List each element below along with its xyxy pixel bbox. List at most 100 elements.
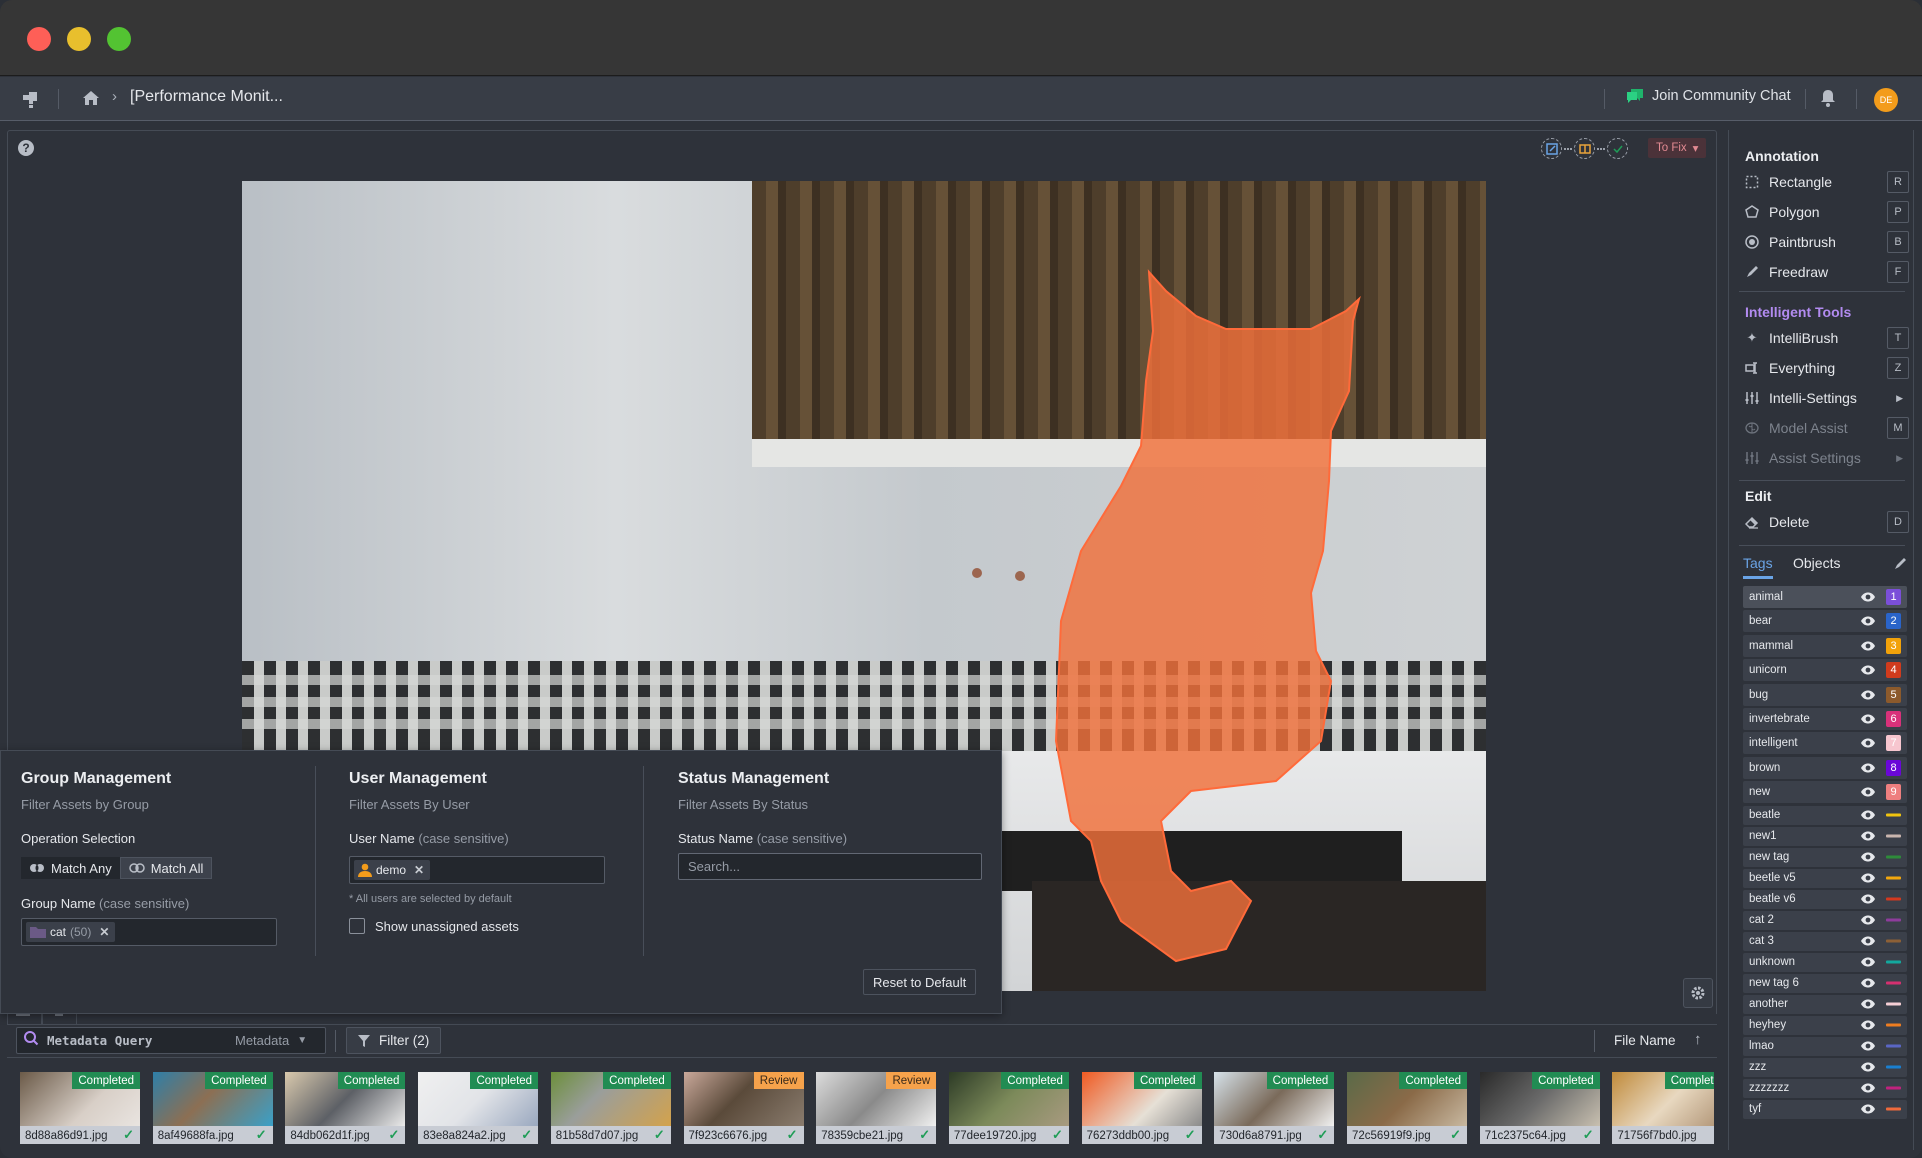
tool-polygon[interactable]: Polygon P (1743, 200, 1909, 224)
logo-icon[interactable] (20, 89, 42, 109)
tag-item[interactable]: new1 (1743, 826, 1907, 846)
tab-objects[interactable]: Objects (1793, 555, 1840, 579)
metadata-query-input[interactable]: Metadata Query Metadata ▼ (16, 1027, 326, 1054)
tag-item[interactable]: new tag 6 (1743, 973, 1907, 993)
tag-item[interactable]: intelligent 7 (1743, 732, 1907, 755)
match-all-option[interactable]: Match All (119, 857, 213, 879)
match-any-option[interactable]: Match Any (21, 857, 120, 879)
bell-icon[interactable] (1820, 89, 1836, 112)
tool-everything[interactable]: Everything Z (1743, 356, 1909, 380)
tag-item[interactable]: brown 8 (1743, 756, 1907, 779)
tool-intellibrush[interactable]: ✦ IntelliBrush T (1743, 326, 1909, 350)
sort-field-button[interactable]: File Name (1614, 1033, 1676, 1048)
asset-thumbnail[interactable]: Completed 84db062d1f.jpg ✓ (285, 1072, 406, 1144)
eye-icon[interactable] (1860, 1083, 1876, 1093)
eye-icon[interactable] (1860, 1020, 1876, 1030)
eye-icon[interactable] (1860, 738, 1876, 748)
eye-icon[interactable] (1860, 894, 1876, 904)
remove-chip-icon[interactable]: ✕ (99, 925, 109, 939)
asset-thumbnail[interactable]: Completed 730d6a8791.jpg ✓ (1214, 1072, 1335, 1144)
asset-thumbnail[interactable]: Completed 8d88a86d91.jpg ✓ (20, 1072, 140, 1144)
eye-icon[interactable] (1860, 787, 1876, 797)
filter-button[interactable]: Filter (2) (346, 1027, 441, 1054)
canvas-settings-button[interactable] (1683, 978, 1713, 1008)
asset-thumbnail[interactable]: Review 78359cbe21.jpg ✓ (816, 1072, 937, 1144)
tool-paintbrush[interactable]: Paintbrush B (1743, 230, 1909, 254)
tag-item[interactable]: new tag (1743, 847, 1907, 867)
asset-thumbnail[interactable]: Completed 72c56919f9.jpg ✓ (1347, 1072, 1467, 1144)
show-unassigned-checkbox[interactable] (349, 918, 365, 934)
eye-icon[interactable] (1860, 810, 1876, 820)
eye-icon[interactable] (1860, 592, 1876, 602)
remove-chip-icon[interactable]: ✕ (414, 863, 424, 877)
eye-icon[interactable] (1860, 936, 1876, 946)
eye-icon[interactable] (1860, 763, 1876, 773)
eye-icon[interactable] (1860, 665, 1876, 675)
breadcrumb-project-title[interactable]: [Performance Monit... (130, 88, 283, 106)
eye-icon[interactable] (1860, 1062, 1876, 1072)
tag-item[interactable]: zzz (1743, 1057, 1907, 1077)
show-unassigned-row[interactable]: Show unassigned assets (349, 918, 519, 934)
tool-model-assist[interactable]: Model Assist M (1743, 416, 1909, 440)
tag-item[interactable]: mammal 3 (1743, 634, 1907, 657)
asset-thumbnail[interactable]: Completed 83e8a824a2.jpg ✓ (418, 1072, 539, 1144)
tag-item[interactable]: bear 2 (1743, 610, 1907, 633)
eye-icon[interactable] (1860, 852, 1876, 862)
edit-tags-icon[interactable] (1893, 557, 1907, 576)
query-type-dropdown[interactable]: Metadata ▼ (235, 1033, 307, 1048)
tool-delete[interactable]: Delete D (1743, 510, 1909, 534)
asset-thumbnail[interactable]: Completed71756f7bd0.jpg✓ (1612, 1072, 1714, 1144)
tag-item[interactable]: invertebrate 6 (1743, 707, 1907, 730)
tag-item[interactable]: bug 5 (1743, 683, 1907, 706)
tool-intelli-settings[interactable]: Intelli-Settings ▶ (1743, 386, 1909, 410)
tag-item[interactable]: unknown (1743, 952, 1907, 972)
workflow-step-review[interactable] (1574, 138, 1595, 159)
tag-item[interactable]: beatle v6 (1743, 889, 1907, 909)
home-icon[interactable] (82, 89, 100, 112)
eye-icon[interactable] (1860, 1041, 1876, 1051)
reset-to-default-button[interactable]: Reset to Default (863, 969, 977, 995)
asset-thumbnail[interactable]: Completed 8af49688fa.jpg ✓ (152, 1072, 273, 1144)
tool-assist-settings[interactable]: Assist Settings ▶ (1743, 446, 1909, 470)
tab-tags[interactable]: Tags (1743, 555, 1773, 579)
eye-icon[interactable] (1860, 999, 1876, 1009)
asset-thumbnail[interactable]: Completed 81b58d7d07.jpg ✓ (550, 1072, 671, 1144)
tag-item[interactable]: tyf (1743, 1099, 1907, 1119)
user-name-input[interactable]: demo ✕ (349, 856, 605, 884)
tag-item[interactable]: beatle (1743, 805, 1907, 825)
status-search-input[interactable]: Search... (678, 853, 982, 880)
eye-icon[interactable] (1860, 831, 1876, 841)
tag-item[interactable]: beetle v5 (1743, 868, 1907, 888)
minimize-window-button[interactable] (67, 27, 91, 51)
user-avatar[interactable]: DE (1874, 88, 1898, 112)
tag-item[interactable]: new 9 (1743, 781, 1907, 804)
status-dropdown[interactable]: To Fix ▾ (1648, 138, 1707, 158)
eye-icon[interactable] (1860, 1104, 1876, 1114)
eye-icon[interactable] (1860, 616, 1876, 626)
asset-thumbnail[interactable]: Completed 76273ddb00.jpg ✓ (1081, 1072, 1202, 1144)
asset-thumbnail[interactable]: Completed 71c2375c64.jpg ✓ (1479, 1072, 1600, 1144)
asset-thumbnail[interactable]: Completed 77dee19720.jpg ✓ (948, 1072, 1069, 1144)
tag-item[interactable]: cat 3 (1743, 931, 1907, 951)
tag-item[interactable]: animal 1 (1743, 586, 1907, 608)
maximize-window-button[interactable] (107, 27, 131, 51)
close-window-button[interactable] (27, 27, 51, 51)
tag-item[interactable]: cat 2 (1743, 910, 1907, 930)
tag-item[interactable]: another (1743, 994, 1907, 1014)
eye-icon[interactable] (1860, 690, 1876, 700)
help-icon[interactable]: ? (18, 140, 34, 156)
eye-icon[interactable] (1860, 714, 1876, 724)
eye-icon[interactable] (1860, 957, 1876, 967)
eye-icon[interactable] (1860, 873, 1876, 883)
tag-item[interactable]: unicorn 4 (1743, 659, 1907, 682)
tag-item[interactable]: heyhey (1743, 1015, 1907, 1035)
group-name-input[interactable]: cat (50) ✕ (21, 918, 277, 946)
tool-freedraw[interactable]: Freedraw F (1743, 260, 1909, 284)
eye-icon[interactable] (1860, 641, 1876, 651)
workflow-step-complete[interactable] (1607, 138, 1628, 159)
sort-ascending-icon[interactable]: ↑ (1694, 1031, 1702, 1048)
workflow-step-label[interactable] (1541, 138, 1562, 159)
eye-icon[interactable] (1860, 978, 1876, 988)
join-community-chat-link[interactable]: Join Community Chat (1626, 88, 1791, 104)
tag-item[interactable]: zzzzzzz (1743, 1078, 1907, 1098)
